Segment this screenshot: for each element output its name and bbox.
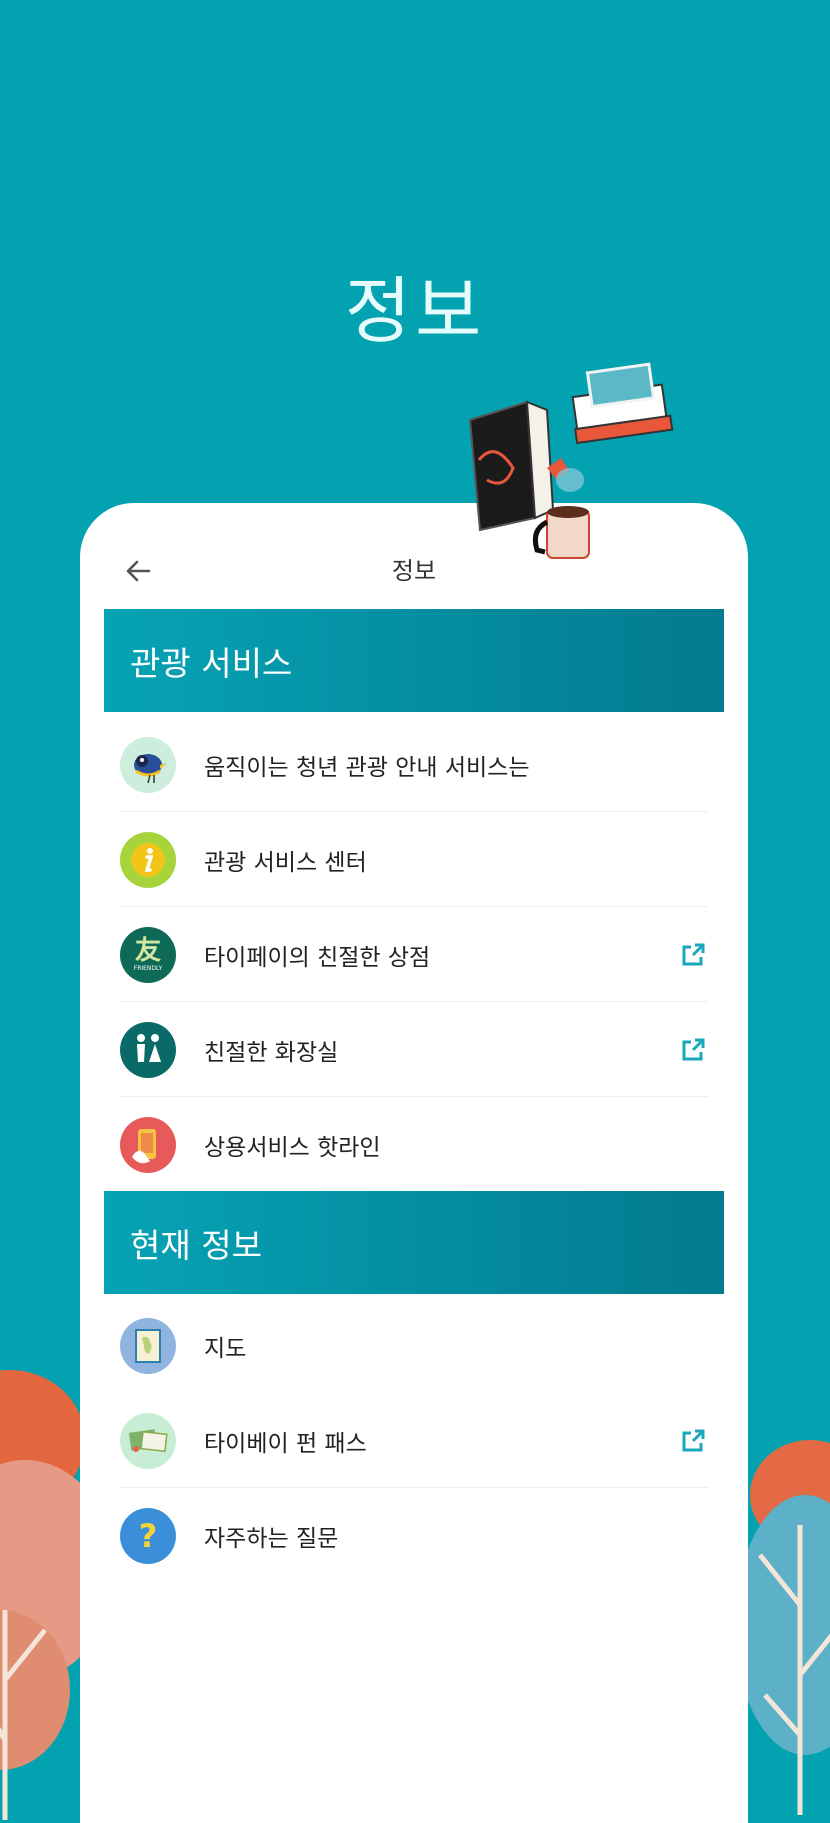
section-header-current-info: 현재 정보 xyxy=(104,1191,724,1294)
list-item-faq[interactable]: ? 자주하는 질문 xyxy=(120,1488,708,1583)
list-item-consumer-hotline[interactable]: 상용서비스 핫라인 xyxy=(120,1097,708,1192)
section-title: 현재 정보 xyxy=(130,1225,262,1265)
item-label: 자주하는 질문 xyxy=(204,1525,339,1552)
item-label: 지도 xyxy=(204,1335,247,1362)
item-label: 상용서비스 핫라인 xyxy=(204,1134,381,1161)
external-link-icon[interactable] xyxy=(678,1035,708,1065)
item-label: 관광 서비스 센터 xyxy=(204,849,367,876)
map-icon xyxy=(120,1317,176,1374)
restroom-icon xyxy=(120,1021,176,1078)
foliage-decoration-right xyxy=(740,1440,830,1815)
fun-pass-icon xyxy=(120,1412,176,1469)
list-item-map[interactable]: 지도 xyxy=(120,1298,708,1393)
phone-screen: 정보 관광 서비스 움직이는 청년 관광 안내 서비스는 관광 서비스 센터 友… xyxy=(80,503,748,1823)
friendly-store-icon: 友 FRIENDLY xyxy=(120,926,176,983)
item-label: 타이페이의 친절한 상점 xyxy=(204,944,431,971)
page-title: 정보 xyxy=(344,269,486,353)
external-link-icon[interactable] xyxy=(678,940,708,970)
item-label: 움직이는 청년 관광 안내 서비스는 xyxy=(204,754,530,781)
bird-mascot-icon xyxy=(120,736,176,793)
list-item-fun-pass[interactable]: 타이베이 펀 패스 xyxy=(120,1393,708,1488)
item-label: 타이베이 펀 패스 xyxy=(204,1430,367,1457)
list-item-friendly-restroom[interactable]: 친절한 화장실 xyxy=(120,1002,708,1097)
phone-hotline-icon xyxy=(120,1116,176,1173)
item-label: 친절한 화장실 xyxy=(204,1039,339,1066)
info-i-icon xyxy=(120,831,176,888)
section-title: 관광 서비스 xyxy=(130,643,293,683)
faq-question-icon: ? xyxy=(120,1507,176,1564)
external-link-icon[interactable] xyxy=(678,1426,708,1456)
section-header-tourism-services: 관광 서비스 xyxy=(104,609,724,712)
list-item-friendly-store[interactable]: 友 FRIENDLY 타이페이의 친절한 상점 xyxy=(120,907,708,1002)
list-item-youth-guide[interactable]: 움직이는 청년 관광 안내 서비스는 xyxy=(120,717,708,812)
list-item-tourist-service-center[interactable]: 관광 서비스 센터 xyxy=(120,812,708,907)
books-mug-illustration xyxy=(468,362,674,559)
